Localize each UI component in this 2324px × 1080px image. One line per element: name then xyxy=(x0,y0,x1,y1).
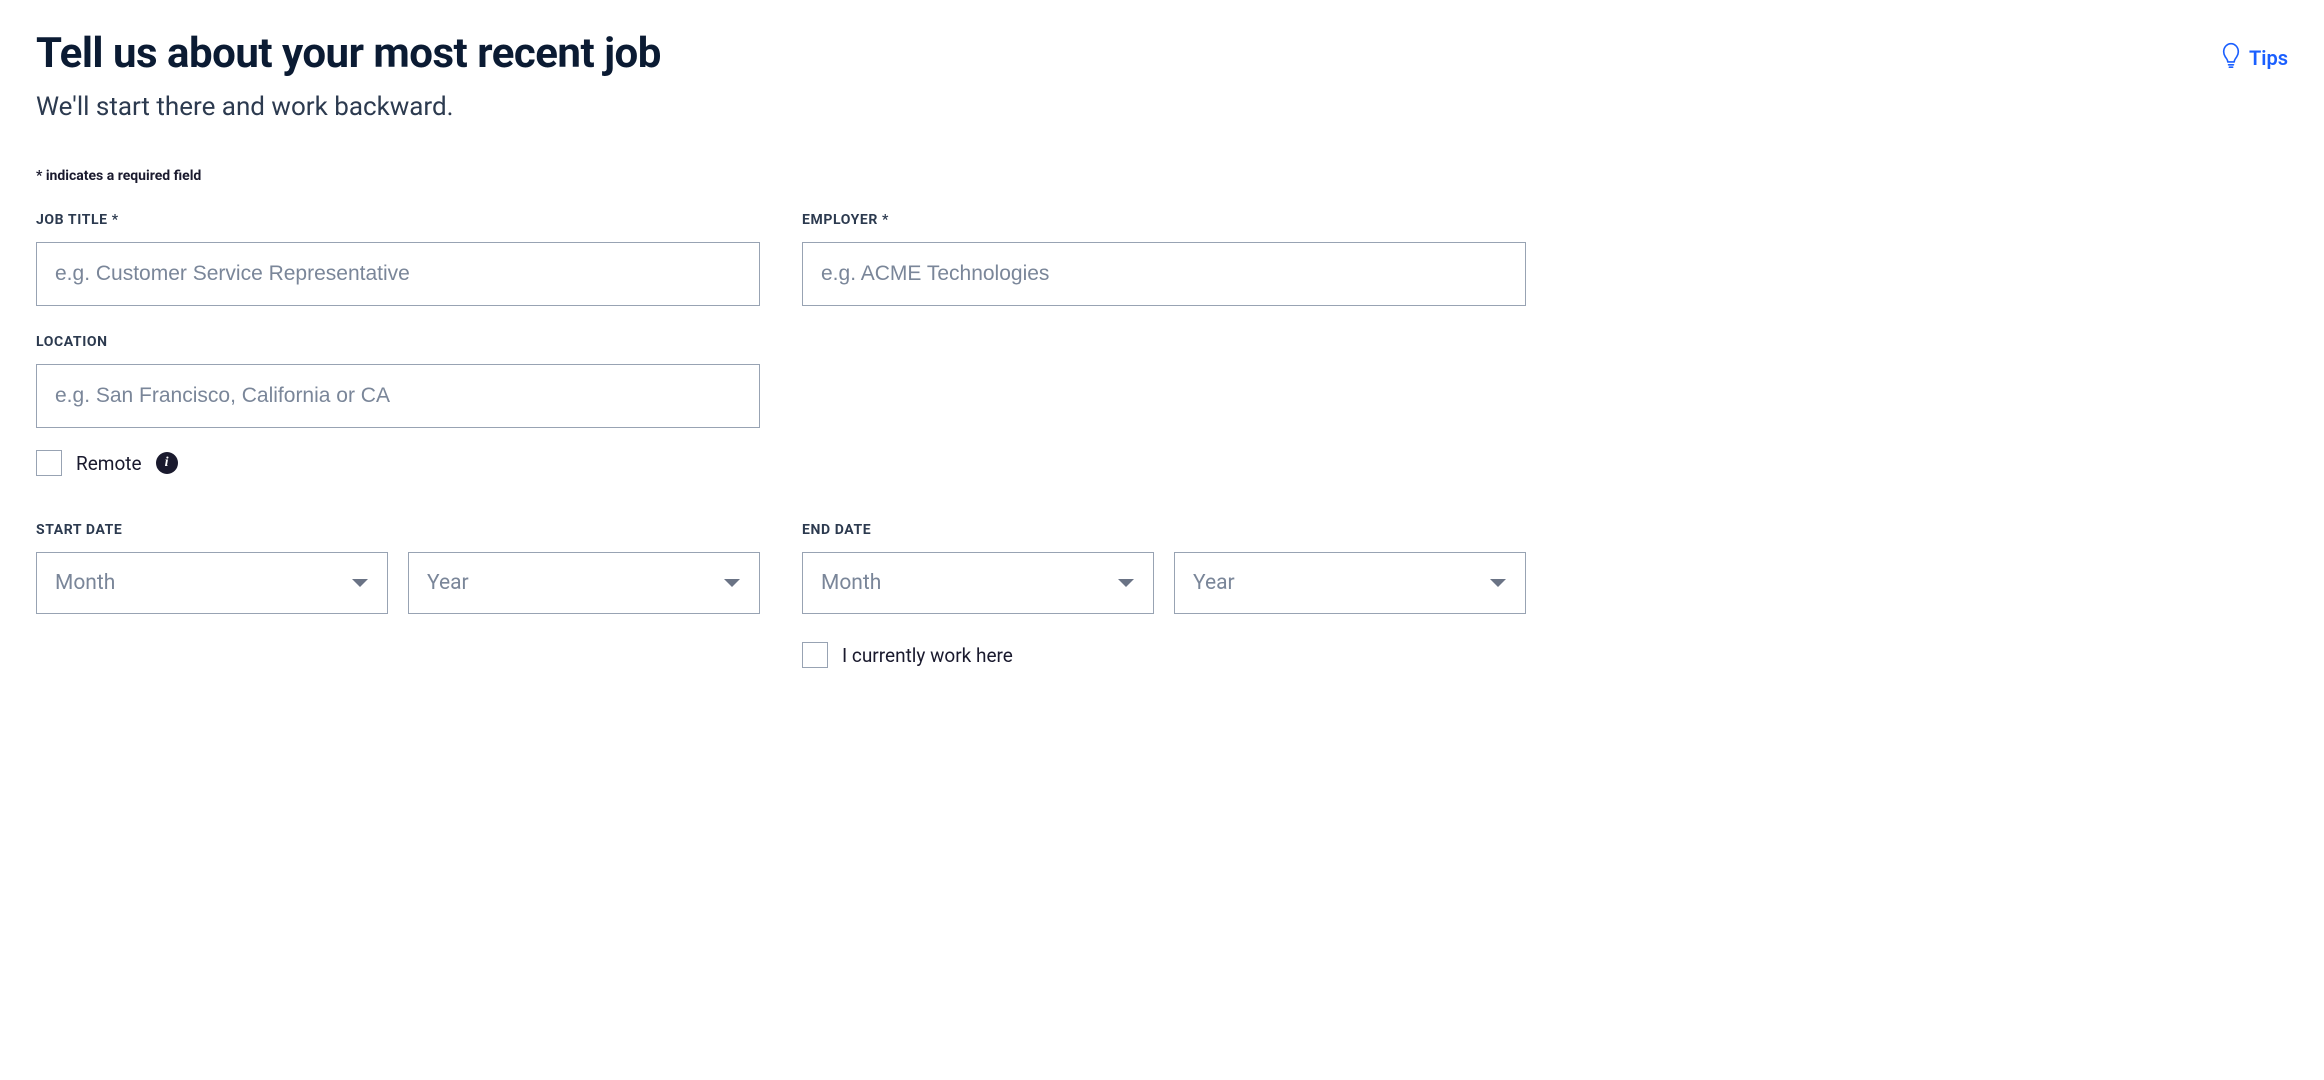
required-field-note: * indicates a required field xyxy=(36,168,2288,184)
lightbulb-icon xyxy=(2221,42,2241,73)
info-icon[interactable]: i xyxy=(156,452,178,474)
start-date-label: START DATE xyxy=(36,522,760,538)
employer-input[interactable] xyxy=(802,242,1526,306)
page-title: Tell us about your most recent job xyxy=(36,30,661,78)
end-year-select[interactable]: Year xyxy=(1174,552,1526,614)
tips-link[interactable]: Tips xyxy=(2221,42,2288,73)
employer-label: EMPLOYER * xyxy=(802,212,1526,228)
start-year-select[interactable]: Year xyxy=(408,552,760,614)
tips-label: Tips xyxy=(2249,46,2288,70)
end-year-placeholder: Year xyxy=(1193,571,1235,595)
location-input[interactable] xyxy=(36,364,760,428)
remote-checkbox[interactable] xyxy=(36,450,62,476)
start-month-placeholder: Month xyxy=(55,571,115,595)
end-month-placeholder: Month xyxy=(821,571,881,595)
start-month-select[interactable]: Month xyxy=(36,552,388,614)
start-year-placeholder: Year xyxy=(427,571,469,595)
currently-work-here-checkbox[interactable] xyxy=(802,642,828,668)
location-label: LOCATION xyxy=(36,334,1526,350)
remote-checkbox-label: Remote xyxy=(76,452,142,475)
end-date-label: END DATE xyxy=(802,522,1526,538)
job-title-label: JOB TITLE * xyxy=(36,212,760,228)
currently-work-here-label: I currently work here xyxy=(842,644,1013,667)
end-month-select[interactable]: Month xyxy=(802,552,1154,614)
page-subtitle: We'll start there and work backward. xyxy=(36,92,661,122)
job-title-input[interactable] xyxy=(36,242,760,306)
